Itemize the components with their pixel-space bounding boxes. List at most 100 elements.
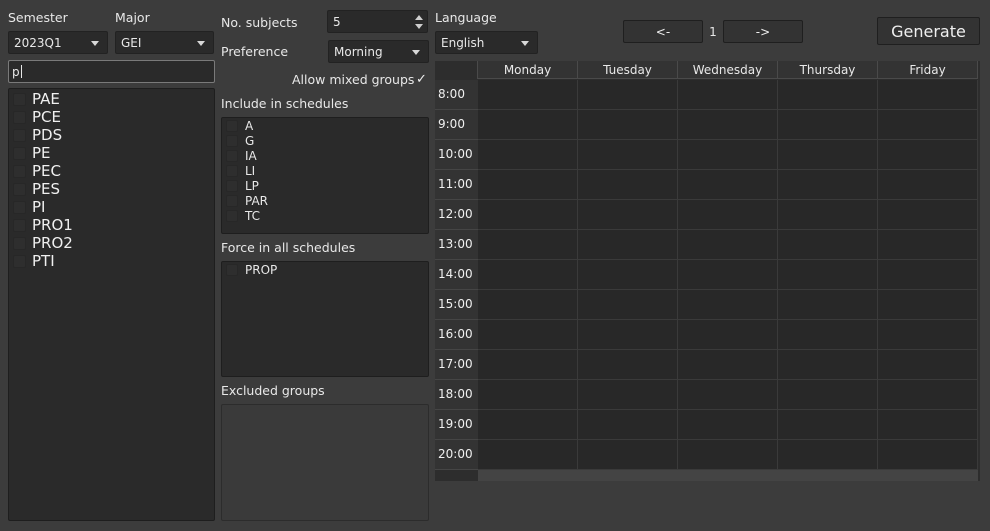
schedule-cell[interactable] <box>878 410 978 440</box>
schedule-cell[interactable] <box>778 140 878 170</box>
include-item[interactable]: A <box>222 119 428 134</box>
schedule-cell[interactable] <box>678 290 778 320</box>
schedule-cell[interactable] <box>878 380 978 410</box>
include-checkbox[interactable] <box>226 150 238 162</box>
subject-checkbox[interactable] <box>13 165 26 178</box>
schedule-cell[interactable] <box>678 320 778 350</box>
schedule-cell[interactable] <box>578 350 678 380</box>
schedule-cell[interactable] <box>778 230 878 260</box>
schedule-cell[interactable] <box>678 440 778 470</box>
schedule-cell[interactable] <box>878 110 978 140</box>
major-select[interactable]: GEI <box>115 31 214 54</box>
schedule-cell[interactable] <box>778 200 878 230</box>
schedule-cell[interactable] <box>878 140 978 170</box>
subject-checkbox[interactable] <box>13 237 26 250</box>
include-item[interactable]: IA <box>222 149 428 164</box>
schedule-cell[interactable] <box>478 200 578 230</box>
subject-item[interactable]: PRO2 <box>9 234 214 253</box>
schedule-cell[interactable] <box>478 410 578 440</box>
force-checkbox[interactable] <box>226 264 238 276</box>
subject-checkbox[interactable] <box>13 219 26 232</box>
include-checkbox[interactable] <box>226 180 238 192</box>
schedule-cell[interactable] <box>778 380 878 410</box>
schedule-cell[interactable] <box>778 350 878 380</box>
subject-checkbox[interactable] <box>13 147 26 160</box>
include-checkbox[interactable] <box>226 165 238 177</box>
schedule-cell[interactable] <box>478 140 578 170</box>
force-item[interactable]: PROP <box>222 263 428 278</box>
schedule-cell[interactable] <box>678 350 778 380</box>
generate-button[interactable]: Generate <box>877 17 980 45</box>
subject-item[interactable]: PE <box>9 144 214 163</box>
semester-select[interactable]: 2023Q1 <box>8 31 108 54</box>
subject-item[interactable]: PCE <box>9 108 214 127</box>
schedule-cell[interactable] <box>478 350 578 380</box>
include-item[interactable]: PAR <box>222 194 428 209</box>
subject-item[interactable]: PI <box>9 198 214 217</box>
language-select[interactable]: English <box>435 31 538 54</box>
subject-checkbox[interactable] <box>13 255 26 268</box>
next-page-button[interactable]: -> <box>723 20 803 43</box>
schedule-cell[interactable] <box>678 110 778 140</box>
schedule-cell[interactable] <box>678 80 778 110</box>
schedule-cell[interactable] <box>478 170 578 200</box>
schedule-cell[interactable] <box>678 380 778 410</box>
schedule-cell[interactable] <box>578 110 678 140</box>
schedule-cell[interactable] <box>578 200 678 230</box>
schedule-cell[interactable] <box>678 410 778 440</box>
schedule-cell[interactable] <box>478 260 578 290</box>
include-checkbox[interactable] <box>226 135 238 147</box>
schedule-cell[interactable] <box>778 320 878 350</box>
schedule-cell[interactable] <box>778 80 878 110</box>
schedule-cell[interactable] <box>878 440 978 470</box>
spin-down-icon[interactable] <box>415 24 423 29</box>
include-item[interactable]: G <box>222 134 428 149</box>
subject-item[interactable]: PEC <box>9 162 214 181</box>
schedule-cell[interactable] <box>878 230 978 260</box>
schedule-cell[interactable] <box>678 260 778 290</box>
subject-checkbox[interactable] <box>13 201 26 214</box>
schedule-cell[interactable] <box>478 440 578 470</box>
spin-up-icon[interactable] <box>415 15 423 20</box>
schedule-cell[interactable] <box>878 290 978 320</box>
horizontal-scrollbar[interactable] <box>478 470 978 481</box>
preference-select[interactable]: Morning <box>328 40 429 63</box>
schedule-cell[interactable] <box>678 230 778 260</box>
schedule-cell[interactable] <box>778 260 878 290</box>
include-checkbox[interactable] <box>226 195 238 207</box>
schedule-cell[interactable] <box>878 350 978 380</box>
subject-checkbox[interactable] <box>13 93 26 106</box>
include-item[interactable]: LP <box>222 179 428 194</box>
schedule-cell[interactable] <box>478 380 578 410</box>
mixed-groups-checkbox[interactable]: ✓ <box>414 72 429 87</box>
include-checkbox[interactable] <box>226 210 238 222</box>
include-list[interactable]: A G IA LI LP PAR TC <box>221 117 429 234</box>
schedule-cell[interactable] <box>578 440 678 470</box>
schedule-cell[interactable] <box>578 80 678 110</box>
schedule-cell[interactable] <box>578 380 678 410</box>
schedule-cell[interactable] <box>478 230 578 260</box>
schedule-cell[interactable] <box>578 230 678 260</box>
schedule-cell[interactable] <box>878 170 978 200</box>
schedule-cell[interactable] <box>878 320 978 350</box>
num-subjects-spinbox[interactable]: 5 <box>327 10 428 33</box>
schedule-cell[interactable] <box>578 290 678 320</box>
schedule-cell[interactable] <box>578 140 678 170</box>
subject-item[interactable]: PAE <box>9 90 214 109</box>
subject-item[interactable]: PTI <box>9 252 214 271</box>
subject-checkbox[interactable] <box>13 183 26 196</box>
schedule-cell[interactable] <box>478 80 578 110</box>
excluded-list[interactable] <box>221 404 429 521</box>
schedule-cell[interactable] <box>478 320 578 350</box>
include-item[interactable]: TC <box>222 209 428 224</box>
schedule-cell[interactable] <box>578 170 678 200</box>
schedule-cell[interactable] <box>778 170 878 200</box>
force-list[interactable]: PROP <box>221 261 429 377</box>
subject-item[interactable]: PES <box>9 180 214 199</box>
schedule-cell[interactable] <box>478 290 578 320</box>
schedule-cell[interactable] <box>578 410 678 440</box>
include-checkbox[interactable] <box>226 120 238 132</box>
subject-list[interactable]: PAE PCE PDS PE PEC PES PI PRO1 PRO2 PTI <box>8 88 215 521</box>
schedule-cell[interactable] <box>478 110 578 140</box>
schedule-cell[interactable] <box>878 200 978 230</box>
